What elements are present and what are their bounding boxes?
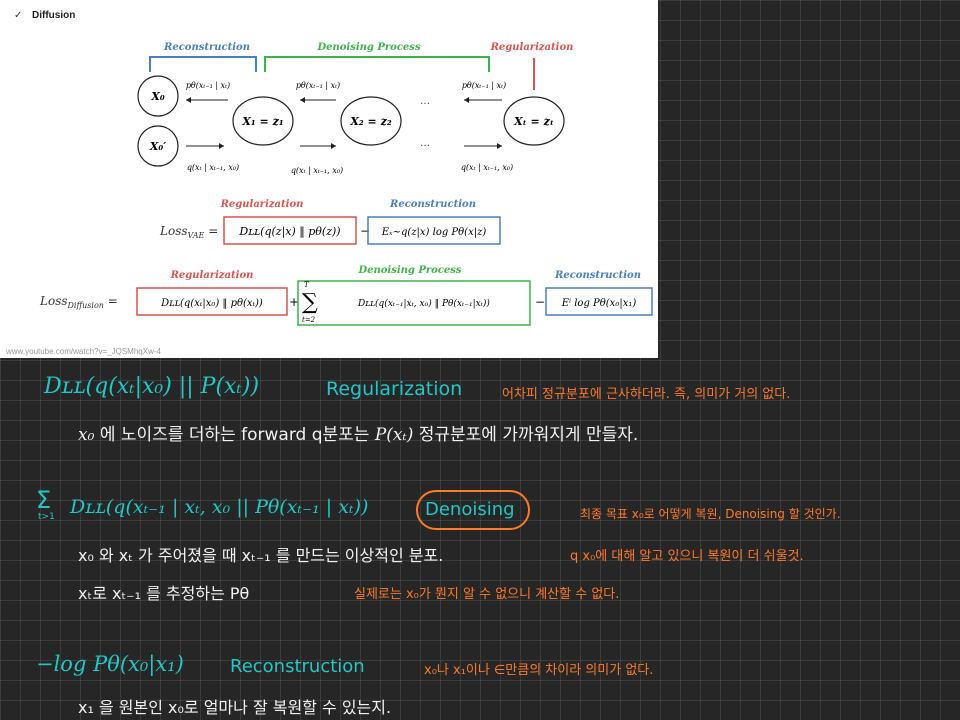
p-arrowhead-2	[300, 97, 305, 103]
q-label-1: q(xₜ | xₜ₋₁, x₀)	[187, 163, 239, 172]
diff-reg-term: Dʟʟ(q(xₜ|x₀) ‖ pθ(xₜ))	[160, 298, 263, 309]
note1-comment: 어차피 정규분포에 근사하더라. 즉, 의미가 거의 없다.	[502, 387, 791, 402]
diff-den-term: Dʟʟ(q(xₜ₋₁|xₜ, x₀) ‖ Pθ(xₜ₋₁|xₜ))	[357, 298, 490, 309]
note4-text: x₀ 와 xₜ 가 주어졌을 때 xₜ₋₁ 를 만드는 이상적인 분포.	[78, 546, 444, 565]
diff-rec-label: Reconstruction	[554, 270, 641, 281]
check-icon: ✓	[14, 10, 22, 21]
node-x0-label: X₀	[150, 90, 165, 103]
note2-line: x₀ 에 노이즈를 더하는 forward q분포는 P(xₜ) 정규분포에 가…	[78, 420, 638, 445]
p-label-1: pθ(xₜ₋₁ | xₜ)	[186, 81, 230, 90]
diff-sum-bottom: t=2	[302, 316, 316, 324]
q-label-3: q(xₜ | xₜ₋₁, x₀)	[461, 163, 513, 172]
ellipsis-top: …	[420, 96, 430, 107]
slide-header: Diffusion	[32, 10, 75, 21]
note3-sum: Σ	[36, 486, 52, 514]
vae-rec-term: Eₓ~q(z|x) log Pθ(x|z)	[381, 227, 487, 238]
vae-loss-name: LossVAE =	[159, 224, 218, 240]
label-regularization: Regularization	[490, 42, 574, 53]
note3-tag: Denoising	[425, 499, 515, 520]
diff-reg-label: Regularization	[170, 270, 254, 281]
note6-tag: Reconstruction	[230, 656, 365, 677]
p-arrowhead-1	[186, 97, 191, 103]
diff-rec-term: Eⁱ log Pθ(x₀|x₁)	[561, 298, 637, 309]
node-x0-prime-label: X₀′	[149, 140, 166, 153]
note2-text-b: 정규분포에 가까워지게 만들자.	[418, 425, 639, 445]
note5-text: xₜ로 xₜ₋₁ 를 추정하는 Pθ	[78, 584, 250, 603]
note4-comment: q x₀에 대해 알고 있으니 복원이 더 쉬울것.	[570, 549, 804, 564]
diff-sum-sign: ∑	[302, 290, 318, 315]
note3-formula: Dʟʟ(q(xₜ₋₁ | xₜ, x₀ || Pθ(xₜ₋₁ | xₜ))	[70, 496, 369, 518]
node-xT-label: Xₜ = zₜ	[513, 115, 554, 128]
diffusion-slide: ✓ Diffusion Reconstruction Denoising Pro…	[0, 0, 658, 358]
q-label-2: q(xₜ | xₜ₋₁, x₀)	[291, 166, 343, 175]
diff-sum-top: T	[304, 281, 310, 289]
p-arrowhead-3	[464, 97, 469, 103]
node-x2-label: X₂ = z₂	[349, 115, 391, 128]
note3-sum-sub: t>1	[38, 512, 55, 522]
reconstruction-bracket	[149, 56, 257, 72]
note7-text: x₁ 을 원본인 x₀로 얼마나 잘 복원할 수 있는지.	[78, 698, 392, 717]
diff-loss-name: LossDiffusion =	[39, 294, 118, 310]
note6-comment: x₀나 x₁이나 ∈만큼의 차이라 의미가 없다.	[424, 663, 654, 678]
label-denoising-process: Denoising Process	[316, 42, 420, 53]
q-arrowhead-2	[331, 143, 336, 149]
q-arrowhead-3	[497, 143, 502, 149]
note6-formula: −log Pθ(x₀|x₁)	[36, 652, 184, 676]
ellipsis-bottom: …	[420, 138, 430, 149]
note3-comment: 최종 목표 x₀로 어떻게 복원, Denoising 할 것인가.	[580, 507, 841, 521]
note5-comment: 실제로는 x₀가 뭔지 알 수 없으니 계산할 수 없다.	[354, 587, 620, 602]
diff-den-label: Denoising Process	[357, 265, 461, 276]
denoising-bracket	[264, 56, 490, 72]
diff-minus: −	[535, 295, 545, 309]
label-reconstruction: Reconstruction	[163, 42, 250, 53]
vae-rec-label: Reconstruction	[389, 199, 476, 210]
note2-formula: P(xₜ)	[374, 425, 414, 445]
q-arrowhead-1	[219, 143, 224, 149]
diffusion-diagram: ✓ Diffusion Reconstruction Denoising Pro…	[5, 10, 653, 356]
note2-var: x₀	[78, 425, 95, 445]
vae-reg-term: Dʟʟ(q(z|x) ‖ pθ(z))	[238, 225, 340, 239]
note1-formula: Dʟʟ(q(xₜ|x₀) || P(xₜ))	[44, 374, 260, 399]
p-label-3: pθ(xₜ₋₁ | xₜ)	[462, 81, 506, 90]
vae-reg-label: Regularization	[220, 199, 304, 210]
source-url: www.youtube.com/watch?v=_JQSMhqXw-4	[5, 347, 162, 356]
p-label-2: pθ(xₜ₋₁ | xₜ)	[296, 81, 340, 90]
node-x1-label: X₁ = z₁	[241, 115, 283, 128]
note2-text-a: 에 노이즈를 더하는 forward q분포는	[99, 425, 370, 445]
note1-tag: Regularization	[326, 378, 463, 400]
